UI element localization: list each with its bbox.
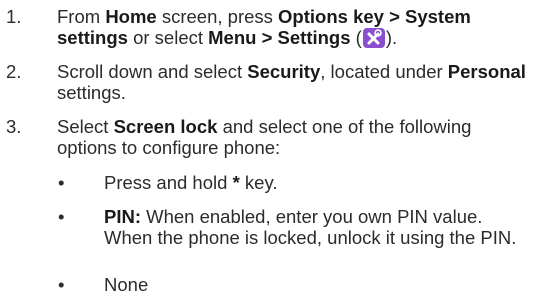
bullet-text: Press and hold * key. [104,172,278,193]
settings-tools-icon [362,28,385,48]
step-number: 2. [6,61,22,82]
personal-term: Personal [447,61,526,82]
step-number: 3. [6,116,22,137]
step-text: Select Screen lock and select one of the… [57,116,472,158]
pin-term: PIN: [104,206,141,227]
bullet-marker: • [58,206,65,227]
instructions: 1. From Home screen, press Options key >… [0,0,541,297]
bullet-marker: • [58,274,65,295]
star-key: * [232,172,240,193]
home-term: Home [105,6,157,27]
bullet-marker: • [58,172,65,193]
bullet-text: PIN: When enabled, enter you own PIN val… [104,206,517,248]
menu-path: Menu > Settings [208,27,351,48]
bullet-text: None [104,274,149,295]
screen-lock-term: Screen lock [113,116,218,137]
step-text: Scroll down and select Security, located… [57,61,526,103]
security-term: Security [247,61,321,82]
step-number: 1. [6,6,22,27]
step-text: From Home screen, press Options key > Sy… [57,6,471,48]
